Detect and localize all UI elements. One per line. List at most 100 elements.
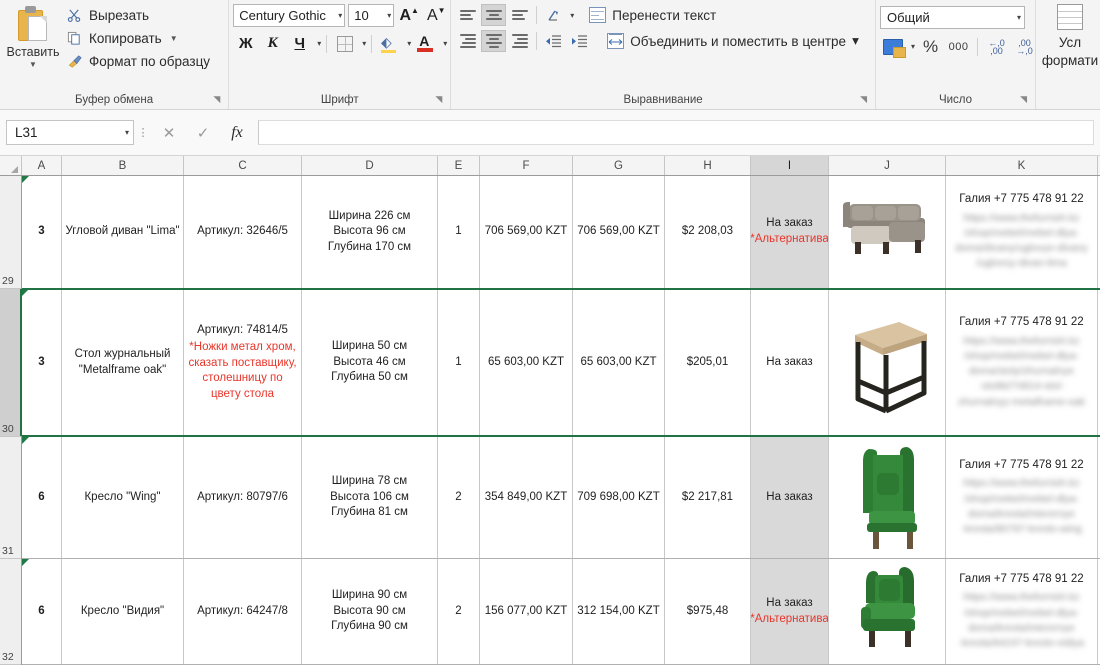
align-left-button[interactable]	[455, 30, 480, 52]
merge-center-button[interactable]: Объединить и поместить в центре ▾	[603, 31, 863, 51]
cell-C31[interactable]: Артикул: 80797/6	[184, 437, 302, 558]
cell-I31[interactable]: На заказ	[751, 437, 829, 558]
align-right-button[interactable]	[507, 30, 532, 52]
cell-J31[interactable]	[829, 437, 946, 558]
cut-button[interactable]: Вырезать	[62, 5, 214, 26]
cell-E31[interactable]: 2	[438, 437, 480, 558]
increase-indent-button[interactable]	[567, 30, 592, 52]
number-format-select[interactable]: Общий ▾	[880, 6, 1025, 29]
orientation-button[interactable]	[541, 4, 566, 26]
font-size-input[interactable]: 10 ▾	[348, 4, 395, 27]
select-all-corner[interactable]	[0, 156, 22, 175]
format-painter-button[interactable]: Формат по образцу	[62, 51, 214, 72]
decrease-indent-button[interactable]	[541, 30, 566, 52]
increase-font-size-button[interactable]: A ▲	[397, 4, 421, 27]
copy-dropdown-caret-icon[interactable]: ▼	[170, 34, 178, 43]
wrap-text-button[interactable]: Перенести текст	[585, 5, 720, 25]
comma-format-button[interactable]: 000	[946, 35, 971, 58]
cell-I32[interactable]: На заказ *Альтернатива	[751, 559, 829, 664]
paste-dropdown-caret-icon[interactable]: ▼	[29, 61, 37, 69]
cell-C29[interactable]: Артикул: 32646/5	[184, 176, 302, 288]
column-header-F[interactable]: F	[480, 156, 573, 175]
decrease-font-size-button[interactable]: A ▼	[424, 4, 448, 27]
font-size-caret-icon[interactable]: ▾	[384, 11, 391, 20]
row-header-31[interactable]: 31	[0, 437, 21, 559]
column-header-G[interactable]: G	[573, 156, 665, 175]
borders-caret-icon[interactable]: ▾	[359, 39, 366, 48]
cell-F30[interactable]: 65 603,00 KZT	[480, 289, 573, 436]
cell-A31[interactable]: 6	[22, 437, 62, 558]
cell-J29[interactable]	[829, 176, 946, 288]
cell-D30[interactable]: Ширина 50 см Высота 46 см Глубина 50 см	[302, 289, 438, 436]
cell-G32[interactable]: 312 154,00 KZT	[573, 559, 665, 664]
column-header-A[interactable]: A	[22, 156, 62, 175]
fill-color-button[interactable]: ⬗	[377, 32, 402, 55]
name-box-caret-icon[interactable]: ▾	[122, 128, 129, 137]
cell-E30[interactable]: 1	[438, 289, 480, 436]
cancel-formula-button[interactable]: ✕	[152, 120, 186, 145]
fill-color-caret-icon[interactable]: ▾	[404, 39, 411, 48]
font-dialog-launcher[interactable]: ◥	[435, 90, 442, 108]
cell-A29[interactable]: 3	[22, 176, 62, 288]
font-color-button[interactable]: A	[413, 32, 438, 55]
cell-K32[interactable]: Галия +7 775 478 91 22 https://www.thefu…	[946, 559, 1098, 664]
cell-J30[interactable]	[829, 289, 946, 436]
align-bottom-button[interactable]	[507, 4, 532, 26]
name-box[interactable]: L31 ▾	[6, 120, 134, 145]
number-dialog-launcher[interactable]: ◥	[1020, 90, 1027, 108]
cell-K29[interactable]: Галия +7 775 478 91 22 https://www.thefu…	[946, 176, 1098, 288]
cell-C32[interactable]: Артикул: 64247/8	[184, 559, 302, 664]
cell-F29[interactable]: 706 569,00 KZT	[480, 176, 573, 288]
column-header-D[interactable]: D	[302, 156, 438, 175]
paste-button[interactable]: Вставить ▼	[4, 4, 62, 69]
column-header-C[interactable]: C	[184, 156, 302, 175]
row-header-32[interactable]: 32	[0, 559, 21, 665]
font-name-caret-icon[interactable]: ▾	[335, 11, 342, 20]
cell-B31[interactable]: Кресло "Wing"	[62, 437, 184, 558]
cell-E32[interactable]: 2	[438, 559, 480, 664]
align-middle-button[interactable]	[481, 4, 507, 26]
row-header-29[interactable]: 29	[0, 176, 21, 289]
percent-format-button[interactable]: %	[918, 35, 943, 58]
number-format-caret-icon[interactable]: ▾	[1014, 13, 1021, 22]
accounting-caret-icon[interactable]: ▾	[908, 42, 915, 51]
cell-C30[interactable]: Артикул: 74814/5 *Ножки метал хром, сказ…	[184, 289, 302, 436]
font-name-input[interactable]: Century Gothic ▾	[233, 4, 346, 27]
decrease-decimal-button[interactable]: ,00 →,0	[1012, 35, 1037, 58]
cell-H32[interactable]: $975,48	[665, 559, 751, 664]
align-top-button[interactable]	[455, 4, 480, 26]
cell-I29[interactable]: На заказ *Альтернатива	[751, 176, 829, 288]
alignment-dialog-launcher[interactable]: ◥	[860, 90, 867, 108]
column-header-E[interactable]: E	[438, 156, 480, 175]
cell-I30[interactable]: На заказ	[751, 289, 829, 436]
clipboard-dialog-launcher[interactable]: ◥	[213, 90, 220, 108]
cell-H29[interactable]: $2 208,03	[665, 176, 751, 288]
column-header-B[interactable]: B	[62, 156, 184, 175]
column-header-J[interactable]: J	[829, 156, 946, 175]
cell-A30[interactable]: 3	[22, 289, 62, 436]
orientation-caret-icon[interactable]: ▾	[567, 11, 574, 20]
merge-caret-icon[interactable]: ▾	[852, 33, 859, 49]
column-header-H[interactable]: H	[665, 156, 751, 175]
accounting-format-button[interactable]	[880, 35, 906, 58]
cell-K30[interactable]: Галия +7 775 478 91 22 https://www.thefu…	[946, 289, 1098, 436]
conditional-formatting-icon[interactable]	[1057, 4, 1083, 30]
underline-caret-icon[interactable]: ▾	[314, 39, 321, 48]
cell-F32[interactable]: 156 077,00 KZT	[480, 559, 573, 664]
align-center-button[interactable]	[481, 30, 507, 52]
cell-A32[interactable]: 6	[22, 559, 62, 664]
insert-function-button[interactable]: fx	[220, 120, 254, 145]
cell-B29[interactable]: Угловой диван "Lima"	[62, 176, 184, 288]
cell-F31[interactable]: 354 849,00 KZT	[480, 437, 573, 558]
cell-B30[interactable]: Стол журнальный "Metalframe oak"	[62, 289, 184, 436]
cell-D31[interactable]: Ширина 78 см Высота 106 см Глубина 81 см	[302, 437, 438, 558]
cell-E29[interactable]: 1	[438, 176, 480, 288]
cell-J32[interactable]	[829, 559, 946, 664]
row-header-30[interactable]: 30	[0, 289, 22, 437]
cell-D32[interactable]: Ширина 90 см Высота 90 см Глубина 90 см	[302, 559, 438, 664]
font-color-caret-icon[interactable]: ▾	[440, 39, 447, 48]
cell-G31[interactable]: 709 698,00 KZT	[573, 437, 665, 558]
cell-G30[interactable]: 65 603,00 KZT	[573, 289, 665, 436]
cell-D29[interactable]: Ширина 226 см Высота 96 см Глубина 170 с…	[302, 176, 438, 288]
underline-button[interactable]: Ч	[287, 32, 312, 55]
